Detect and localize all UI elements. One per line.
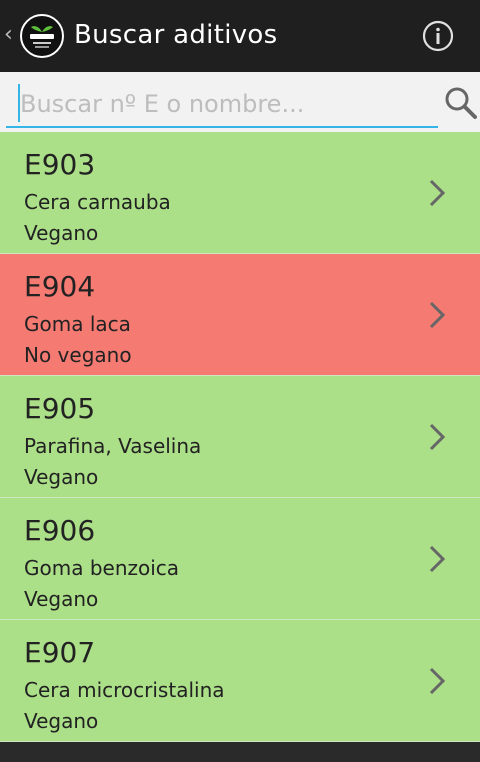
list-item[interactable]: E907 Cera microcristalina Vegano <box>0 620 480 742</box>
additive-code: E905 <box>24 392 96 425</box>
additive-name: Goma laca <box>24 312 131 336</box>
vegan-status: Vegano <box>24 709 99 733</box>
additive-code: E904 <box>24 270 96 303</box>
chevron-right-icon <box>429 545 446 573</box>
additive-name: Cera microcristalina <box>24 678 225 702</box>
text-cursor <box>18 84 20 122</box>
list-item[interactable]: E905 Parafina, Vaselina Vegano <box>0 376 480 498</box>
additive-name: Parafina, Vaselina <box>24 434 202 458</box>
additive-list: E903 Cera carnauba Vegano E904 Goma laca… <box>0 132 480 742</box>
list-item[interactable]: E903 Cera carnauba Vegano <box>0 132 480 254</box>
page-title: Buscar aditivos <box>74 20 278 50</box>
list-item[interactable]: E904 Goma laca No vegano <box>0 254 480 376</box>
chevron-right-icon <box>429 301 446 329</box>
search-input[interactable] <box>6 82 438 126</box>
back-icon[interactable]: ‹ <box>4 22 13 47</box>
action-bar: ‹ Buscar aditivos <box>0 0 480 72</box>
list-item[interactable]: E906 Goma benzoica Vegano <box>0 498 480 620</box>
additive-name: Cera carnauba <box>24 190 171 214</box>
additive-name: Goma benzoica <box>24 556 180 580</box>
search-icon[interactable] <box>444 86 478 120</box>
additive-code: E906 <box>24 514 96 547</box>
chevron-right-icon <box>429 667 446 695</box>
vegan-status: Vegano <box>24 587 99 611</box>
chevron-right-icon <box>429 179 446 207</box>
search-underline <box>6 126 438 128</box>
additive-code: E903 <box>24 148 96 181</box>
chevron-right-icon <box>429 423 446 451</box>
vegan-status: No vegano <box>24 343 132 367</box>
vegan-status: Vegano <box>24 221 99 245</box>
vegan-logo-icon[interactable] <box>20 14 64 58</box>
additive-code: E907 <box>24 636 96 669</box>
info-icon[interactable] <box>422 20 454 52</box>
vegan-status: Vegano <box>24 465 99 489</box>
